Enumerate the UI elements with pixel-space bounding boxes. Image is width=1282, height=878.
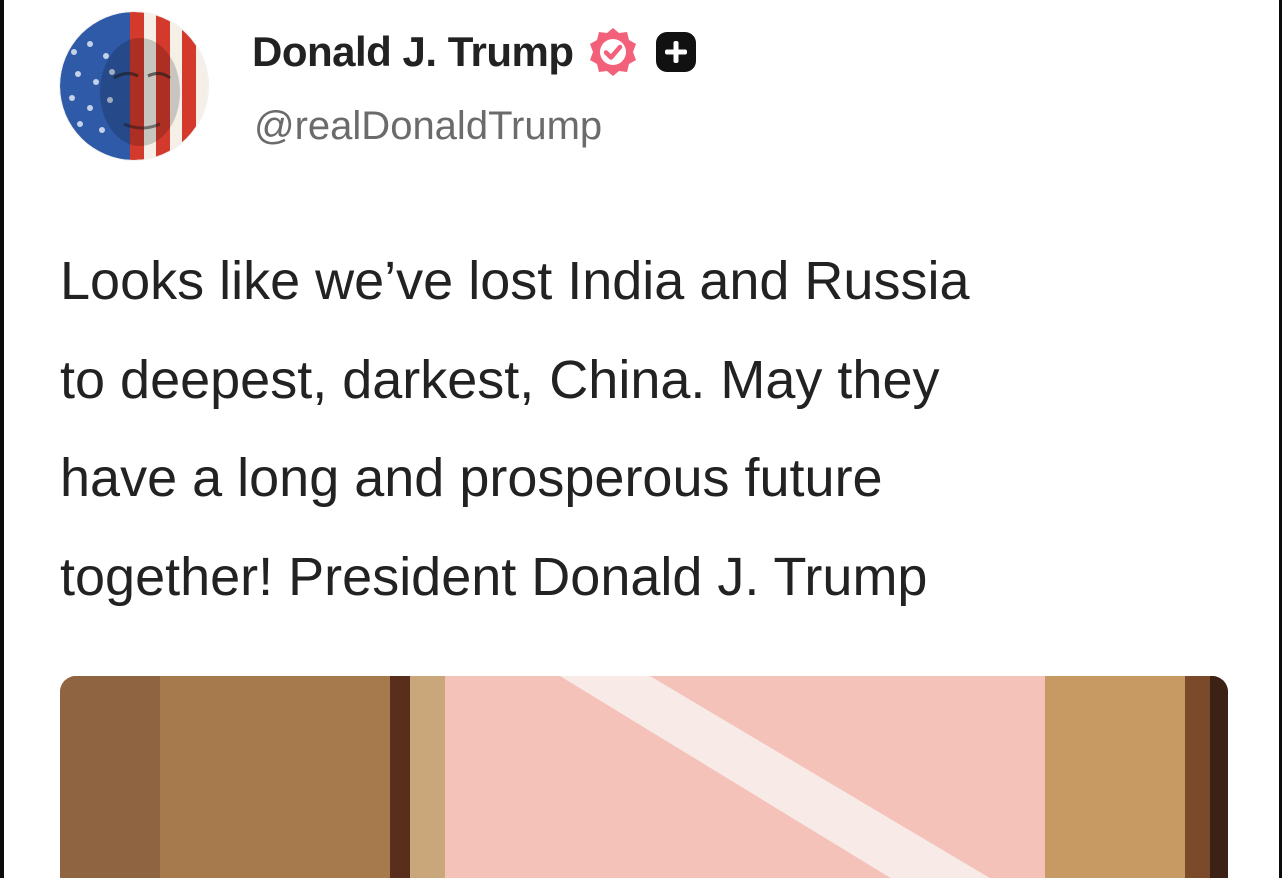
author-display-name[interactable]: Donald J. Trump <box>252 28 574 76</box>
post-media-image[interactable] <box>60 676 1228 878</box>
avatar[interactable] <box>60 12 208 160</box>
post-card: Donald J. Trump @realDonaldTrump Looks l… <box>0 0 1282 878</box>
post-text-line: to deepest, darkest, China. May they <box>60 349 940 410</box>
left-frame-edge <box>0 0 4 878</box>
post-text: Looks like we’ve lost India and Russia t… <box>60 232 1230 626</box>
american-flag-face-avatar <box>60 12 208 160</box>
author-name-row: Donald J. Trump <box>252 22 700 82</box>
post-text-line: have a long and prosperous future <box>60 448 883 508</box>
post-text-line: Looks like we’ve lost India and Russia <box>60 251 970 311</box>
verified-badge-icon <box>586 25 640 79</box>
media-photo <box>60 676 1228 878</box>
author-handle[interactable]: @realDonaldTrump <box>254 104 602 149</box>
post-text-line: together! President Donald J. Trump <box>60 546 928 607</box>
plus-icon[interactable] <box>652 28 700 76</box>
